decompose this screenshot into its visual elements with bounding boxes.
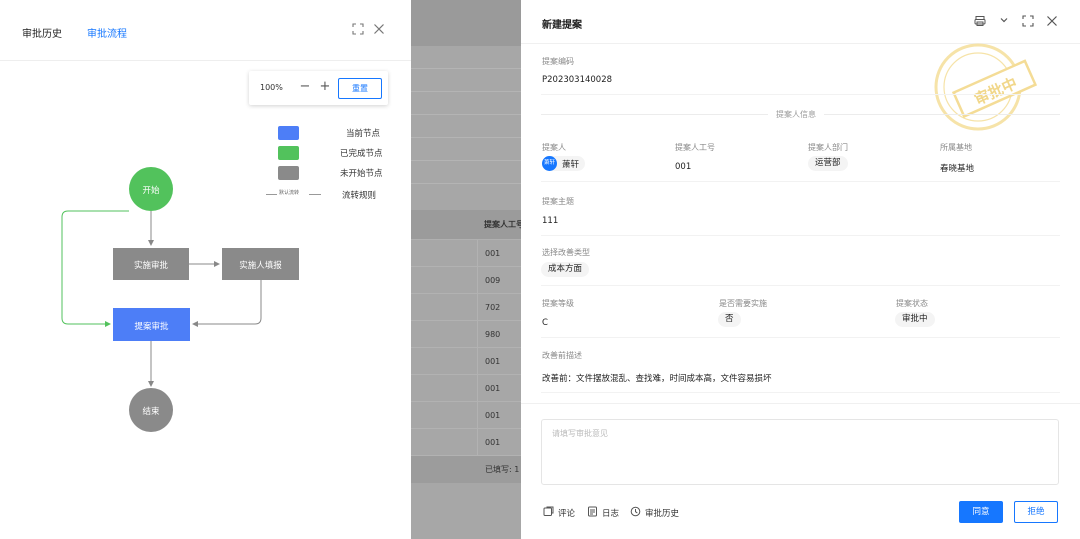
- subject-label: 提案主题: [542, 197, 574, 206]
- table-cell: 001: [485, 383, 501, 393]
- base-value: 春晓基地: [940, 164, 975, 174]
- new-proposal-panel: 新建提案 审批中 提案编码 P202303140028 提案人信息 提案人 萧轩…: [521, 0, 1080, 539]
- employee-id-value: 001: [675, 162, 692, 172]
- row-divider: [541, 94, 1060, 95]
- proposal-panel-header: 新建提案: [521, 0, 1080, 44]
- background-filter-rows: [411, 46, 521, 184]
- before-desc-value: 改善前：文件摆放混乱、查找难，时间成本高，文件容易损坏: [542, 374, 772, 384]
- table-row: 702: [411, 294, 521, 321]
- panel-title: 新建提案: [542, 20, 582, 31]
- log-label: 日志: [602, 509, 620, 519]
- implement-approve-label: 实施审批: [133, 261, 168, 271]
- flow-diagram: [61, 167, 299, 432]
- level-label: 提案等级: [542, 299, 574, 308]
- level-value: C: [542, 318, 548, 328]
- table-cell: 001: [485, 248, 501, 258]
- table-row: 001: [411, 429, 521, 456]
- proposal-approve-label: 提案审批: [134, 322, 169, 332]
- expand-icon[interactable]: [1021, 15, 1035, 29]
- implementer-report-label: 实施人填报: [239, 261, 282, 271]
- start-node-label: 开始: [142, 186, 160, 196]
- need-implement-tag: 否: [718, 312, 741, 327]
- history-icon: [630, 506, 641, 520]
- table-cell: 980: [485, 329, 501, 339]
- before-desc-label: 改善前描述: [542, 351, 582, 360]
- status-label: 提案状态: [896, 299, 928, 308]
- base-label: 所属基地: [940, 143, 972, 152]
- table-header: 提案人工号: [411, 210, 521, 240]
- approval-flow-panel: 审批历史 审批流程 100% − + 重置 当前节点 已完成节点 未开始节点 默…: [0, 0, 411, 539]
- approval-stamp: 审批中: [934, 43, 1038, 131]
- department-label: 提案人部门: [808, 143, 848, 152]
- table-cell: 702: [485, 302, 501, 312]
- proposal-code-value: P202303140028: [542, 75, 613, 85]
- proposer-tag[interactable]: 萧轩 萧轩: [542, 156, 586, 171]
- status-badge: 审批中: [895, 312, 935, 327]
- avatar: 萧轩: [542, 156, 557, 171]
- proposer-label: 提案人: [542, 143, 566, 152]
- proposer-name: 萧轩: [562, 159, 580, 170]
- comment-button[interactable]: 评论: [543, 506, 575, 520]
- print-icon[interactable]: [973, 15, 987, 29]
- approval-history-label: 审批历史: [645, 509, 680, 519]
- chevron-down-icon[interactable]: [997, 15, 1011, 29]
- background-table: 提案人工号 001 009 702 980 001 001 001 001 已填…: [411, 210, 521, 483]
- approval-comment-input[interactable]: [541, 419, 1059, 485]
- table-row: 001: [411, 348, 521, 375]
- approval-action-area: 评论 日志 审批历史 同意 拒绝: [521, 403, 1080, 539]
- table-footer: 已填写: 1: [411, 456, 521, 483]
- agree-button[interactable]: 同意: [959, 501, 1003, 523]
- reject-button[interactable]: 拒绝: [1014, 501, 1058, 523]
- department-tag: 运营部: [808, 156, 848, 171]
- log-icon: [587, 506, 598, 520]
- table-row: 009: [411, 267, 521, 294]
- improve-type-label: 选择改善类型: [542, 248, 590, 257]
- section-title-proposer-info: 提案人信息: [768, 109, 824, 120]
- table-cell: 009: [485, 275, 501, 285]
- table-row: 001: [411, 375, 521, 402]
- row-divider: [541, 392, 1060, 393]
- improve-type-tag: 成本方面: [541, 262, 590, 277]
- background-header: [411, 0, 521, 46]
- subject-value: 111: [542, 216, 559, 226]
- column-header-employee-id: 提案人工号: [484, 220, 521, 229]
- approval-history-button[interactable]: 审批历史: [630, 506, 679, 520]
- row-divider: [541, 181, 1060, 182]
- table-row: 980: [411, 321, 521, 348]
- employee-id-label: 提案人工号: [675, 143, 715, 152]
- background-list: 提案人工号 001 009 702 980 001 001 001 001 已填…: [411, 0, 521, 539]
- comment-label: 评论: [558, 509, 576, 519]
- table-cell: 001: [485, 437, 501, 447]
- row-divider: [541, 235, 1060, 236]
- table-cell: 001: [485, 356, 501, 366]
- table-row: 001: [411, 402, 521, 429]
- end-node-label: 结束: [142, 407, 160, 417]
- table-row: 001: [411, 240, 521, 267]
- close-icon[interactable]: [1045, 15, 1059, 29]
- proposal-code-label: 提案编码: [542, 57, 574, 66]
- log-button[interactable]: 日志: [587, 506, 619, 520]
- table-footer-text: 已填写: 1: [485, 465, 520, 474]
- row-divider: [541, 337, 1060, 338]
- comment-icon: [543, 506, 554, 520]
- table-cell: 001: [485, 410, 501, 420]
- flow-edge: [192, 280, 262, 327]
- row-divider: [541, 285, 1060, 286]
- need-implement-label: 是否需要实施: [719, 299, 767, 308]
